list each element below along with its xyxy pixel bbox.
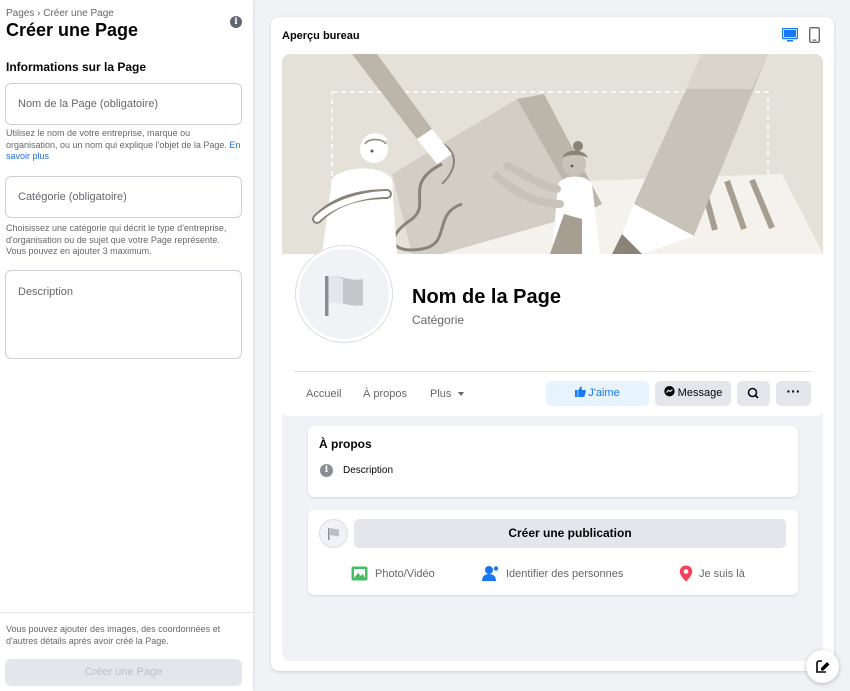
check-in-label: Je suis là xyxy=(699,568,745,580)
messenger-icon xyxy=(663,386,675,397)
tab-more[interactable]: Plus xyxy=(430,388,465,400)
tab-home[interactable]: Accueil xyxy=(306,388,341,400)
tab-more-label: Plus xyxy=(430,388,452,400)
message-button[interactable]: Message xyxy=(655,381,731,406)
flag-icon xyxy=(328,528,339,540)
sidebar-footer: Vous pouvez ajouter des images, des coor… xyxy=(0,612,253,691)
cover-illustration xyxy=(282,54,823,254)
about-title: À propos xyxy=(319,437,372,451)
about-card: À propos i Description xyxy=(308,426,798,497)
profile-picture xyxy=(296,246,392,342)
section-title: Informations sur la Page xyxy=(6,60,147,74)
desktop-icon[interactable] xyxy=(782,28,798,42)
tag-people-button[interactable]: Identifier des personnes xyxy=(482,565,632,583)
page-preview-canvas: Nom de la Page Catégorie Accueil À propo… xyxy=(282,54,823,661)
page-category: Catégorie xyxy=(412,313,465,327)
chevron-down-icon xyxy=(458,392,465,397)
tab-about[interactable]: À propos xyxy=(363,388,407,400)
edit-icon xyxy=(816,660,830,673)
create-page-button[interactable]: Créer une Page xyxy=(5,659,242,686)
message-label: Message xyxy=(677,387,723,399)
tag-people-label: Identifier des personnes xyxy=(506,568,624,580)
like-button[interactable]: J'aime xyxy=(546,381,649,406)
compose-button[interactable] xyxy=(806,650,839,683)
category-help: Choisissez une catégorie qui décrit le t… xyxy=(6,223,227,256)
desktop-preview: Aperçu bureau Nom de la Page Catégorie A… xyxy=(271,17,834,671)
category-placeholder: Catégorie (obligatoire) xyxy=(18,191,127,203)
description-placeholder: Description xyxy=(18,286,74,298)
preview-title: Aperçu bureau xyxy=(282,30,360,42)
create-post-button[interactable]: Créer une publication xyxy=(354,519,786,548)
page-name-help: Utilisez le nom de votre entreprise, mar… xyxy=(6,128,241,161)
photo-video-label: Photo/Vidéo xyxy=(375,568,435,580)
description-field[interactable]: Description xyxy=(5,270,242,359)
post-avatar xyxy=(319,519,348,548)
breadcrumb[interactable]: Pages › Créer une Page xyxy=(6,8,114,19)
create-post-card: Créer une publication Photo/Vidéo Identi… xyxy=(308,510,798,595)
about-description: Description xyxy=(343,465,394,476)
photo-icon xyxy=(351,566,368,581)
category-field[interactable]: Catégorie (obligatoire) xyxy=(5,176,242,218)
flag-icon xyxy=(325,276,363,316)
page-title: Créer une Page xyxy=(6,20,139,40)
info-icon[interactable]: i xyxy=(230,16,242,28)
search-button[interactable] xyxy=(737,381,770,406)
footer-text: Vous pouvez ajouter des images, des coor… xyxy=(6,624,221,646)
page-name-placeholder: Nom de la Page (obligatoire) xyxy=(18,98,159,110)
like-label: J'aime xyxy=(588,387,620,399)
more-options-button[interactable]: ··· xyxy=(776,381,811,406)
search-icon xyxy=(747,387,759,399)
divider xyxy=(294,371,811,372)
info-icon: i xyxy=(320,464,333,477)
thumbs-up-icon xyxy=(575,386,587,397)
photo-video-button[interactable]: Photo/Vidéo xyxy=(351,565,451,583)
check-in-button[interactable]: Je suis là xyxy=(679,565,769,583)
location-pin-icon xyxy=(679,565,693,582)
page-name-field[interactable]: Nom de la Page (obligatoire) xyxy=(5,83,242,125)
page-name: Nom de la Page xyxy=(412,286,561,308)
profile-header: Nom de la Page Catégorie Accueil À propo… xyxy=(282,246,823,416)
tag-people-icon xyxy=(482,566,499,581)
mobile-icon[interactable] xyxy=(809,27,820,43)
create-page-sidebar: Pages › Créer une Page Créer une Page i … xyxy=(0,0,253,691)
